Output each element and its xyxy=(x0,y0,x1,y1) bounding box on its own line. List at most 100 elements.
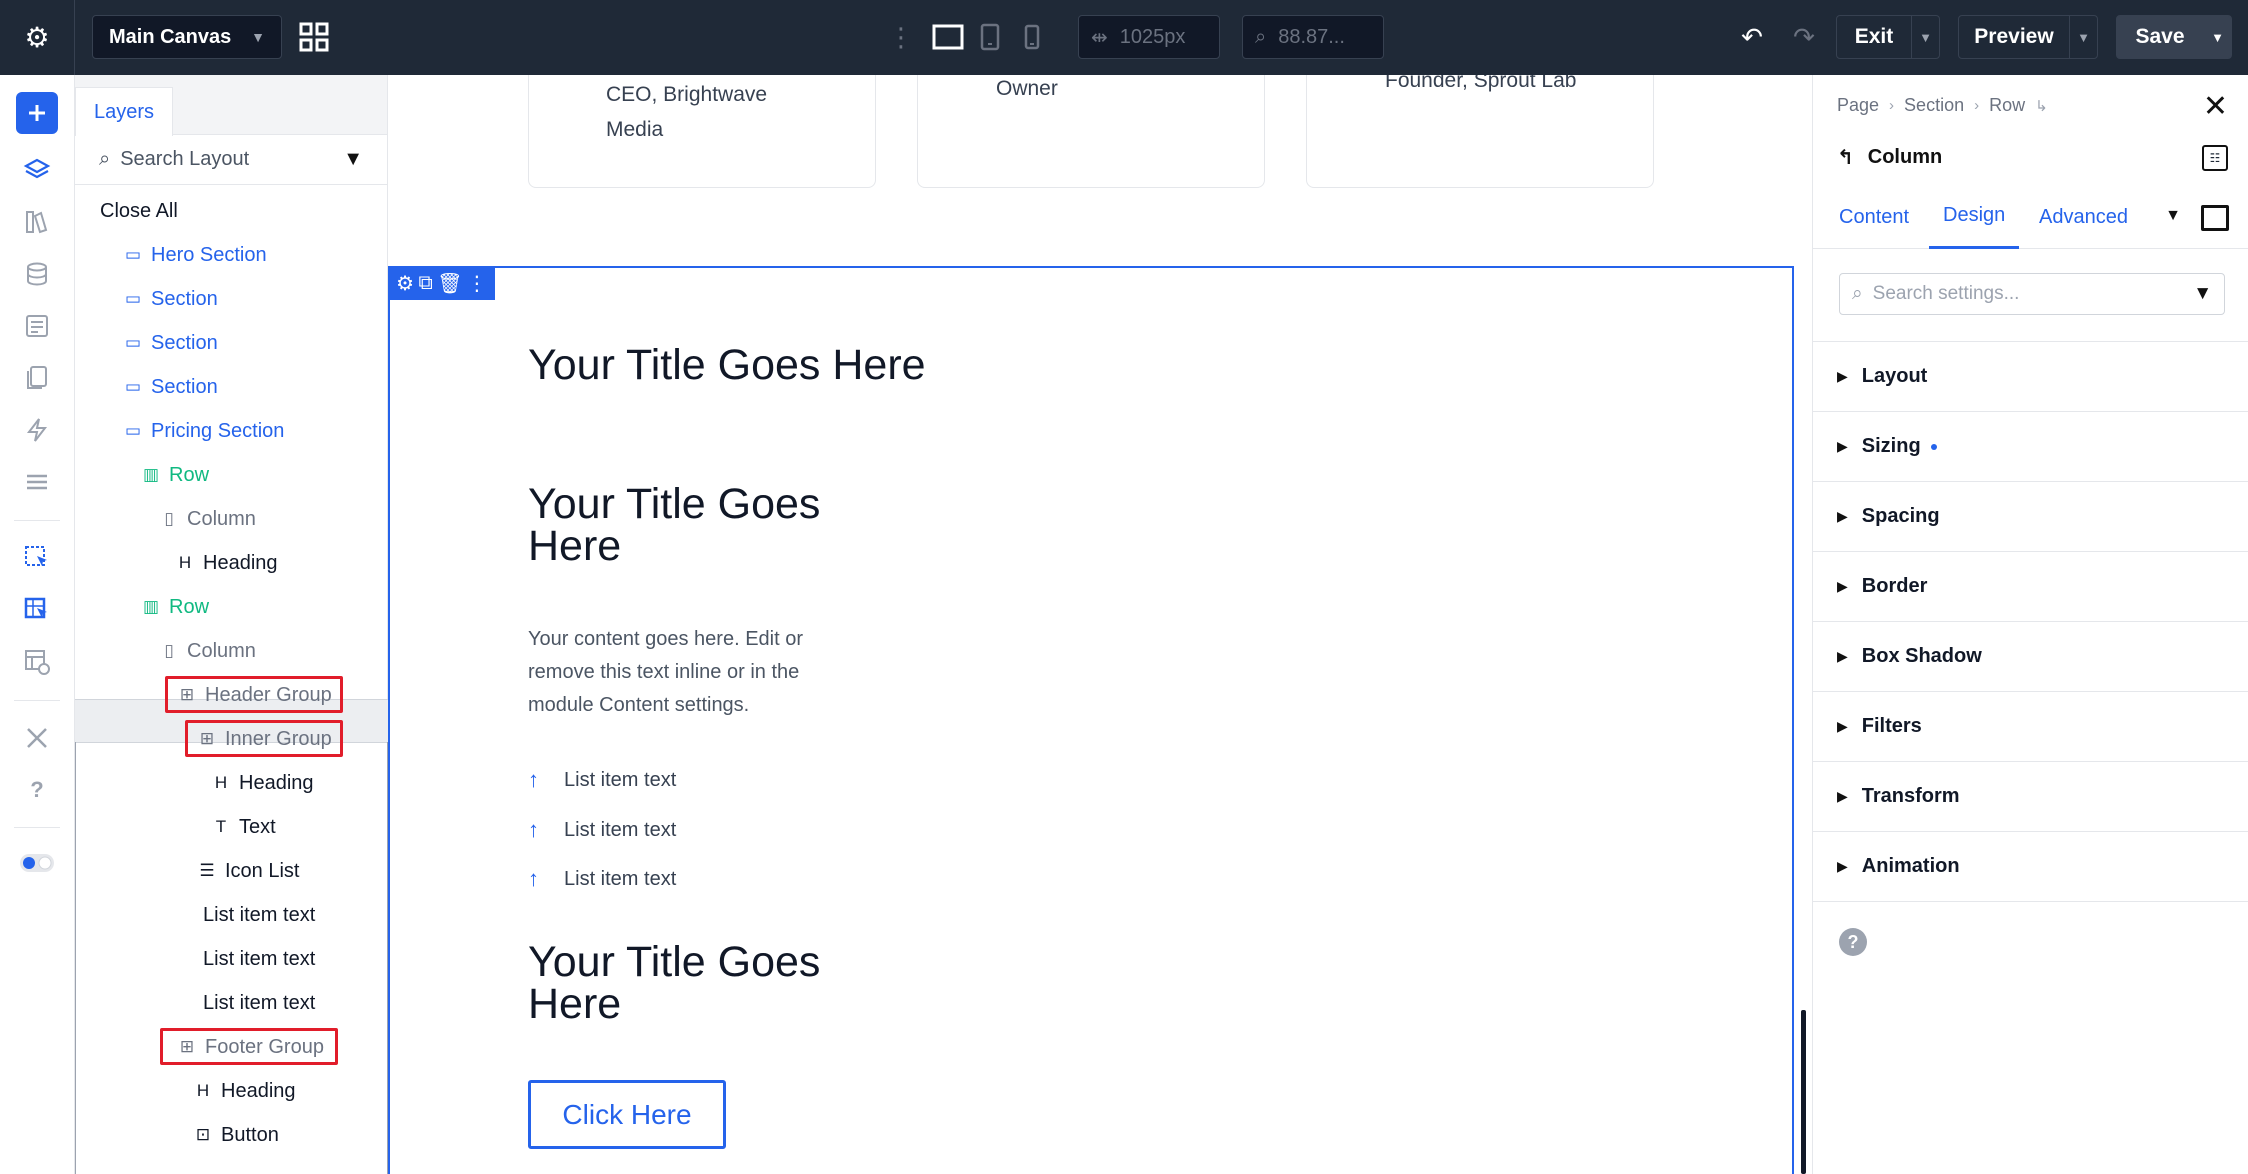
close-icon[interactable]: ✕ xyxy=(2203,89,2228,124)
group-border[interactable]: ▶ Border xyxy=(1813,552,2248,622)
layer-item[interactable]: ▥ Row xyxy=(75,586,388,628)
layer-item[interactable]: ▯ Column xyxy=(75,498,388,540)
arrow-up-icon: ↑ xyxy=(528,767,539,792)
text-icon: T xyxy=(215,817,227,836)
filter-icon[interactable]: ▼ xyxy=(343,148,363,171)
tab-content[interactable]: Content xyxy=(1839,185,1909,249)
settings-search[interactable]: ⌕ Search settings... ▼ xyxy=(1839,273,2225,315)
tab-design[interactable]: Design xyxy=(1929,185,2020,249)
settings-icon[interactable]: ⚙ xyxy=(396,271,414,296)
layer-item[interactable]: ▯ Column xyxy=(75,630,388,672)
layer-item[interactable]: ⊡ Button xyxy=(75,1114,388,1156)
testimonial-card[interactable] xyxy=(917,75,1265,188)
tabs-dropdown-icon[interactable]: ▼ xyxy=(2165,207,2181,225)
breadcrumb-page[interactable]: Page xyxy=(1837,95,1879,116)
column-icon: ▯ xyxy=(164,641,174,660)
group-layout[interactable]: ▶ Layout xyxy=(1813,342,2248,412)
group-sizing[interactable]: ▶ Sizing xyxy=(1813,412,2248,482)
layers-icon[interactable] xyxy=(16,149,58,191)
add-icon[interactable] xyxy=(16,92,58,134)
layer-item[interactable]: H Heading xyxy=(75,1070,388,1112)
layer-item[interactable]: List item text xyxy=(75,982,388,1024)
left-rail: ? xyxy=(0,75,75,1174)
phone-view-icon[interactable] xyxy=(1012,17,1052,57)
canvas-scrollbar[interactable] xyxy=(1801,1010,1806,1174)
layer-item[interactable]: H Heading xyxy=(75,542,388,584)
layer-item[interactable]: ▭ Section xyxy=(75,322,388,364)
layers-search[interactable]: ⌕ Search Layout ▼ xyxy=(75,135,387,185)
tablet-view-icon[interactable] xyxy=(970,17,1010,57)
settings-tabs: Content Design Advanced ▼ xyxy=(1813,185,2248,249)
lightning-icon[interactable] xyxy=(16,409,58,451)
layer-item[interactable]: ▭ Hero Section xyxy=(75,234,388,276)
save-button[interactable]: Save ▼ xyxy=(2116,15,2232,59)
select-element-icon[interactable] xyxy=(16,537,58,579)
preview-dropdown-icon[interactable]: ▼ xyxy=(2069,16,2097,58)
gear-icon[interactable]: ⚙ xyxy=(0,0,75,75)
tab-advanced[interactable]: Advanced xyxy=(2039,185,2128,249)
layer-item[interactable]: List item text xyxy=(75,894,388,936)
layer-item[interactable]: List item text xyxy=(75,938,388,980)
layers-search-input[interactable]: Search Layout xyxy=(120,148,249,171)
chevron-right-icon: › xyxy=(1974,97,1980,114)
multi-select-icon[interactable] xyxy=(16,589,58,631)
breadcrumb-section[interactable]: Section xyxy=(1904,95,1964,116)
settings-search-input[interactable]: Search settings... xyxy=(1873,283,2020,305)
grid-icon[interactable] xyxy=(292,15,336,59)
undo-icon[interactable]: ↶ xyxy=(1732,17,1772,57)
library-icon[interactable] xyxy=(16,201,58,243)
tab-layers[interactable]: Layers xyxy=(75,87,173,136)
canvas-width-field[interactable]: ⇹ 1025px xyxy=(1078,15,1220,59)
question-icon[interactable]: ? xyxy=(1839,928,1867,956)
preview-button[interactable]: Preview ▼ xyxy=(1958,15,2098,59)
desktop-view-icon[interactable] xyxy=(928,17,968,57)
list-item[interactable]: ↑ List item text xyxy=(528,866,676,892)
layers-tabstrip: Layers xyxy=(75,75,387,136)
layer-item[interactable]: ☰ Icon List xyxy=(75,850,388,892)
help-icon[interactable]: ? xyxy=(16,769,58,811)
tools-icon[interactable] xyxy=(16,717,58,759)
zoom-field[interactable]: ⌕ 88.87... xyxy=(1242,15,1384,59)
list-settings-icon[interactable] xyxy=(16,461,58,503)
layer-item[interactable]: ▥ Row xyxy=(75,454,388,496)
layer-item[interactable]: ▭ Section xyxy=(75,278,388,320)
filter-icon[interactable]: ▼ xyxy=(2193,283,2212,305)
back-arrow-icon[interactable]: ↰ xyxy=(1837,145,1854,170)
delete-icon[interactable]: 🗑 xyxy=(437,271,462,296)
group-box-shadow[interactable]: ▶ Box Shadow xyxy=(1813,622,2248,692)
heading-title[interactable]: Your Title Goes Here xyxy=(528,941,868,1026)
save-dropdown-icon[interactable]: ▼ xyxy=(2203,16,2231,58)
canvas-select[interactable]: Main Canvas ▼ xyxy=(92,15,282,59)
more-icon[interactable]: ⋮ xyxy=(467,271,487,296)
duplicate-icon[interactable]: ⧉ xyxy=(418,272,432,295)
zoom-icon: ⌕ xyxy=(1255,25,1267,48)
redo-icon[interactable]: ↷ xyxy=(1784,17,1824,57)
group-animation[interactable]: ▶ Animation xyxy=(1813,832,2248,902)
preview-layout-icon[interactable] xyxy=(16,641,58,683)
exit-button[interactable]: Exit ▼ xyxy=(1836,15,1940,59)
form-icon[interactable] xyxy=(16,305,58,347)
body-text[interactable]: Your content goes here. Edit or remove t… xyxy=(528,623,848,722)
presets-icon[interactable]: ☷ xyxy=(2202,145,2228,171)
exit-dropdown-icon[interactable]: ▼ xyxy=(1911,16,1939,58)
group-transform[interactable]: ▶ Transform xyxy=(1813,762,2248,832)
heading-title[interactable]: Your Title Goes Here xyxy=(528,343,926,387)
breadcrumb-row[interactable]: Row xyxy=(1989,95,2025,116)
more-options-icon[interactable]: ⋮ xyxy=(888,17,914,57)
group-filters[interactable]: ▶ Filters xyxy=(1813,692,2248,762)
database-icon[interactable] xyxy=(16,253,58,295)
click-here-button[interactable]: Click Here xyxy=(528,1080,726,1149)
layer-item[interactable]: H Heading xyxy=(75,762,388,804)
desktop-view-icon[interactable] xyxy=(2201,205,2229,231)
layer-item[interactable]: ▭ Pricing Section xyxy=(75,410,388,452)
toggle-icon[interactable] xyxy=(16,842,58,884)
heading-title[interactable]: Your Title Goes Here xyxy=(528,483,868,568)
layer-item[interactable]: T Text xyxy=(75,806,388,848)
group-spacing[interactable]: ▶ Spacing xyxy=(1813,482,2248,552)
footer-group-highlight xyxy=(160,1028,338,1065)
list-item[interactable]: ↑ List item text xyxy=(528,817,676,843)
pages-icon[interactable] xyxy=(16,357,58,399)
close-all-button[interactable]: Close All xyxy=(75,190,388,232)
list-item[interactable]: ↑ List item text xyxy=(528,767,676,793)
layer-item[interactable]: ▭ Section xyxy=(75,366,388,408)
